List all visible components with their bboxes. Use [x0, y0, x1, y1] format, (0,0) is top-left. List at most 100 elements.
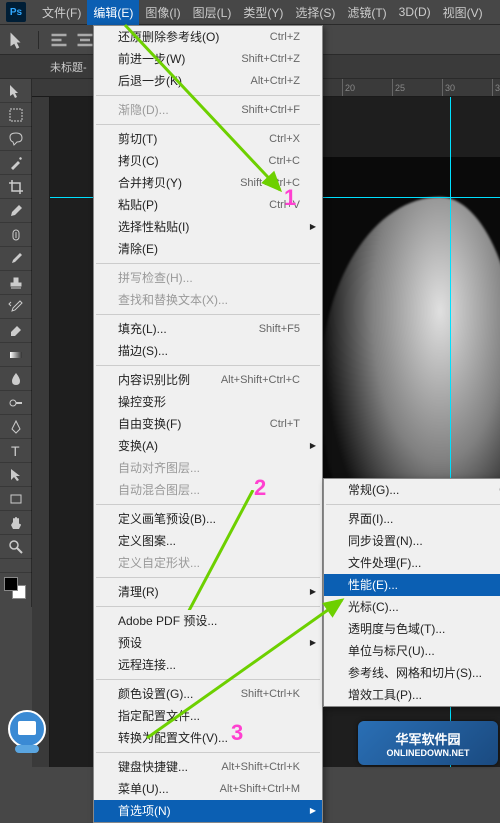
menu-type[interactable]: 类型(Y) — [237, 0, 289, 25]
color-swatches[interactable] — [0, 573, 31, 607]
tool-brush[interactable] — [0, 247, 32, 271]
tool-crop[interactable] — [0, 175, 32, 199]
menu-item[interactable]: 内容识别比例Alt+Shift+Ctrl+C — [94, 369, 322, 391]
menu-layer[interactable]: 图层(L) — [187, 0, 238, 25]
tool-healing[interactable] — [0, 223, 32, 247]
tool-zoom[interactable] — [0, 535, 32, 559]
menu-3d[interactable]: 3D(D) — [393, 1, 437, 23]
menu-shortcut: Shift+Ctrl+C — [240, 175, 300, 191]
menu-item[interactable]: 定义图案... — [94, 530, 322, 552]
menu-item[interactable]: 定义画笔预设(B)... — [94, 508, 322, 530]
menu-item-label: 拼写检查(H)... — [118, 270, 193, 286]
menu-separator — [326, 504, 500, 505]
menu-image[interactable]: 图像(I) — [139, 0, 186, 25]
tool-wand[interactable] — [0, 151, 32, 175]
menu-item-label: 单位与标尺(U)... — [348, 643, 435, 659]
menu-item[interactable]: 远程连接... — [94, 654, 322, 676]
align-icon[interactable] — [49, 30, 69, 50]
tool-marquee[interactable] — [0, 103, 32, 127]
menu-view[interactable]: 视图(V) — [437, 0, 489, 25]
menu-item: 自动混合图层... — [94, 479, 322, 501]
tool-eraser[interactable] — [0, 319, 32, 343]
menu-item-label: 内容识别比例 — [118, 372, 190, 388]
tool-blur[interactable] — [0, 367, 32, 391]
tool-dodge[interactable] — [0, 391, 32, 415]
menu-item[interactable]: 清除(E) — [94, 238, 322, 260]
menu-filter[interactable]: 滤镜(T) — [341, 0, 392, 25]
tool-history-brush[interactable] — [0, 295, 32, 319]
tool-sep — [0, 559, 32, 573]
menu-item-label: 光标(C)... — [348, 599, 399, 615]
tool-eyedropper[interactable] — [0, 199, 32, 223]
menu-item[interactable]: 界面(I)... — [324, 508, 500, 530]
menu-item[interactable]: 透明度与色域(T)... — [324, 618, 500, 640]
menu-item-label: 性能(E)... — [348, 577, 398, 593]
tool-rectangle[interactable] — [0, 487, 32, 511]
menu-item-label: 定义画笔预设(B)... — [118, 511, 216, 527]
menu-file[interactable]: 文件(F) — [36, 0, 87, 25]
tool-hand[interactable] — [0, 511, 32, 535]
menu-item[interactable]: 描边(S)... — [94, 340, 322, 362]
fg-color-swatch[interactable] — [4, 577, 18, 591]
menu-item-label: 预设 — [118, 635, 142, 651]
menu-item[interactable]: 首选项(N) — [94, 800, 322, 822]
menu-item[interactable]: 参考线、网格和切片(S)... — [324, 662, 500, 684]
menu-item[interactable]: 增效工具(P)... — [324, 684, 500, 706]
menu-item[interactable]: 合并拷贝(Y)Shift+Ctrl+C — [94, 172, 322, 194]
menu-item[interactable]: 预设 — [94, 632, 322, 654]
menu-item[interactable]: 前进一步(W)Shift+Ctrl+Z — [94, 48, 322, 70]
align-icon-2[interactable] — [75, 30, 95, 50]
menu-item[interactable]: 粘贴(P)Ctrl+V — [94, 194, 322, 216]
menu-shortcut: Shift+F5 — [259, 321, 300, 337]
menu-item[interactable]: 光标(C)... — [324, 596, 500, 618]
menu-item[interactable]: 同步设置(N)... — [324, 530, 500, 552]
menu-item[interactable]: Adobe PDF 预设... — [94, 610, 322, 632]
tool-gradient[interactable] — [0, 343, 32, 367]
preferences-submenu: 常规(G)...Ctrl+K 界面(I)...同步设置(N)...文件处理(F).… — [323, 478, 500, 707]
menu-item[interactable]: 菜单(U)...Alt+Shift+Ctrl+M — [94, 778, 322, 800]
menu-edit[interactable]: 编辑(E) — [87, 0, 139, 25]
menu-select[interactable]: 选择(S) — [289, 0, 341, 25]
menu-item[interactable]: 文件处理(F)... — [324, 552, 500, 574]
menu-item[interactable]: 常规(G)...Ctrl+K — [324, 479, 500, 501]
menu-item[interactable]: 变换(A) — [94, 435, 322, 457]
menu-item[interactable]: 单位与标尺(U)... — [324, 640, 500, 662]
menu-item-label: 常规(G)... — [348, 482, 399, 498]
menu-item: 渐隐(D)...Shift+Ctrl+F — [94, 99, 322, 121]
menu-item[interactable]: 填充(L)...Shift+F5 — [94, 318, 322, 340]
menu-item[interactable]: 选择性粘贴(I) — [94, 216, 322, 238]
tool-type[interactable]: T — [0, 439, 32, 463]
tool-stamp[interactable] — [0, 271, 32, 295]
menu-item[interactable]: 后退一步(K)Alt+Ctrl+Z — [94, 70, 322, 92]
menu-separator — [96, 314, 320, 315]
menu-item[interactable]: 剪切(T)Ctrl+X — [94, 128, 322, 150]
menu-separator — [96, 365, 320, 366]
menu-separator — [96, 263, 320, 264]
menu-item[interactable]: 转换为配置文件(V)... — [94, 727, 322, 749]
tool-lasso[interactable] — [0, 127, 32, 151]
menu-item-label: 还原删除参考线(O) — [118, 29, 219, 45]
menu-item[interactable]: 还原删除参考线(O) Ctrl+Z — [94, 26, 322, 48]
menu-separator — [96, 95, 320, 96]
menu-item[interactable]: 自由变换(F)Ctrl+T — [94, 413, 322, 435]
menu-item[interactable]: 颜色设置(G)...Shift+Ctrl+K — [94, 683, 322, 705]
menu-shortcut: Shift+Ctrl+Z — [241, 51, 300, 67]
menu-item[interactable]: 清理(R) — [94, 581, 322, 603]
menu-item[interactable]: 指定配置文件... — [94, 705, 322, 727]
menu-item-label: 查找和替换文本(X)... — [118, 292, 228, 308]
menu-item[interactable]: 拷贝(C)Ctrl+C — [94, 150, 322, 172]
watermark-badge-icon — [0, 707, 54, 761]
menu-item[interactable]: 键盘快捷键...Alt+Shift+Ctrl+K — [94, 756, 322, 778]
menu-item[interactable]: 操控变形 — [94, 391, 322, 413]
tool-pen[interactable] — [0, 415, 32, 439]
tool-path-select[interactable] — [0, 463, 32, 487]
move-tool-icon — [8, 30, 28, 50]
menu-shortcut: Ctrl+Z — [270, 29, 300, 45]
menu-item[interactable]: 性能(E)... — [324, 574, 500, 596]
menu-shortcut: Ctrl+V — [269, 197, 300, 213]
menu-separator — [96, 752, 320, 753]
menu-shortcut: Alt+Ctrl+Z — [250, 73, 300, 89]
menu-shortcut: Alt+Shift+Ctrl+M — [220, 781, 300, 797]
tool-move[interactable] — [0, 79, 32, 103]
document-tab[interactable]: 未标题- — [40, 55, 97, 79]
